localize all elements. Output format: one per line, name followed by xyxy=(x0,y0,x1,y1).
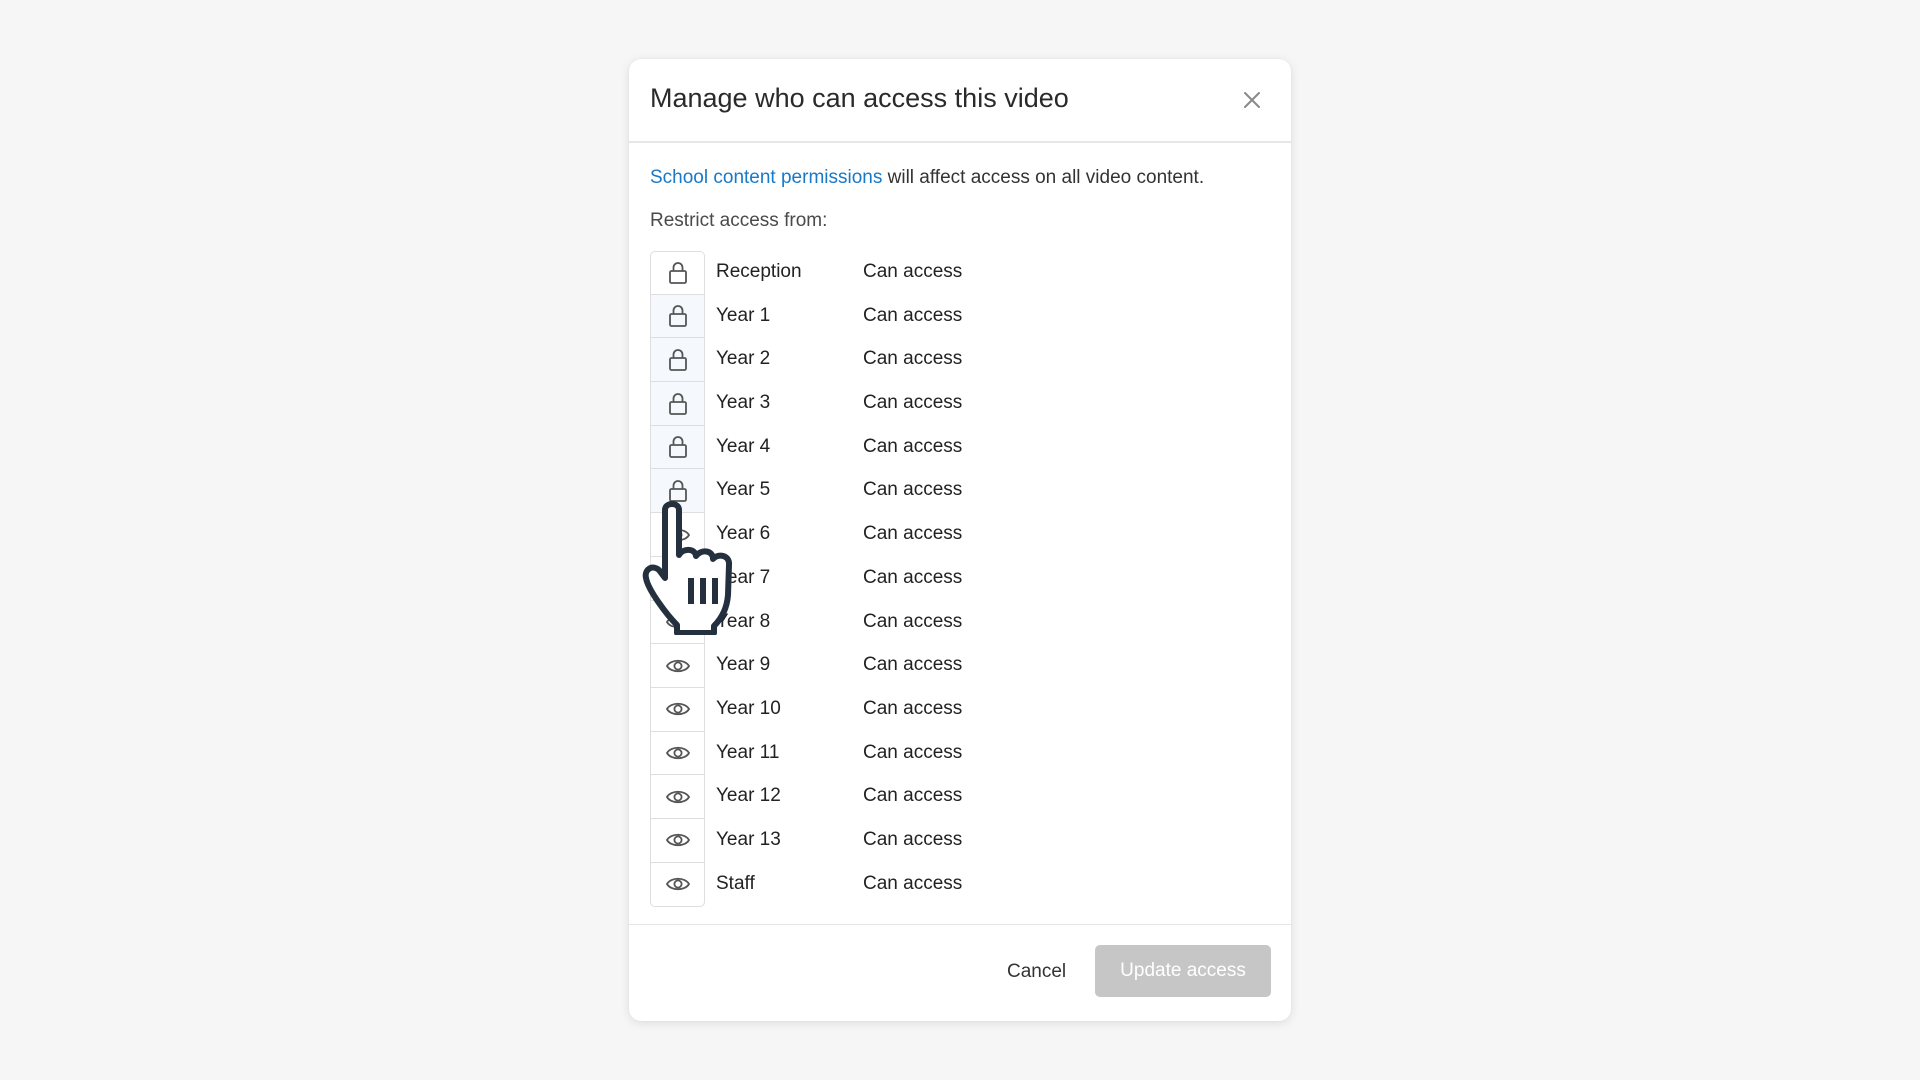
access-row: Year 3 Can access xyxy=(650,381,1270,427)
permissions-info-text: will affect access on all video content. xyxy=(882,167,1205,188)
group-name: Year 13 xyxy=(716,828,781,850)
access-toggle-button[interactable] xyxy=(650,774,705,820)
lock-icon xyxy=(667,304,689,328)
access-toggle-button[interactable] xyxy=(650,512,705,558)
restrict-label: Restrict access from: xyxy=(650,210,828,231)
close-button[interactable] xyxy=(1237,85,1267,115)
eye-icon xyxy=(665,744,691,762)
lock-icon xyxy=(667,348,689,372)
cancel-button[interactable]: Cancel xyxy=(993,946,1080,998)
group-name: Year 5 xyxy=(716,479,771,501)
dialog-title: Manage who can access this video xyxy=(650,83,1069,113)
access-status: Can access xyxy=(863,392,963,414)
access-row: Year 13 Can access xyxy=(650,817,1270,863)
eye-icon xyxy=(665,613,691,631)
access-row: Year 5 Can access xyxy=(650,468,1270,514)
access-row: Year 10 Can access xyxy=(650,686,1270,732)
access-row: Staff Can access xyxy=(650,861,1270,907)
lock-icon xyxy=(667,261,689,285)
access-row: Year 11 Can access xyxy=(650,730,1270,776)
school-content-permissions-link[interactable]: School content permissions xyxy=(650,167,882,188)
eye-icon xyxy=(665,569,691,587)
access-toggle-button[interactable] xyxy=(650,293,705,339)
access-toggle-button[interactable] xyxy=(650,555,705,601)
access-row: Year 1 Can access xyxy=(650,293,1270,339)
access-toggle-button[interactable] xyxy=(650,861,705,907)
eye-icon xyxy=(665,831,691,849)
access-status: Can access xyxy=(863,348,963,370)
access-row: Reception Can access xyxy=(650,251,1270,295)
eye-icon xyxy=(665,788,691,806)
group-name: Year 11 xyxy=(716,741,780,763)
permissions-info: School content permissions will affect a… xyxy=(650,167,1204,189)
access-list: Reception Can access Year 1 Can access Year … xyxy=(650,251,1270,907)
access-status: Can access xyxy=(863,261,963,282)
access-toggle-button[interactable] xyxy=(650,381,705,427)
access-toggle-button[interactable] xyxy=(650,468,705,514)
access-status: Can access xyxy=(863,610,963,632)
access-status: Can access xyxy=(863,304,963,326)
group-name: Reception xyxy=(716,261,802,282)
access-status: Can access xyxy=(863,435,963,457)
group-name: Year 10 xyxy=(716,697,781,719)
access-row: Year 8 Can access xyxy=(650,599,1270,645)
access-row: Year 7 Can access xyxy=(650,555,1270,601)
access-status: Can access xyxy=(863,479,963,501)
group-name: Year 6 xyxy=(716,523,771,545)
access-toggle-button[interactable] xyxy=(650,599,705,645)
access-row: Year 4 Can access xyxy=(650,424,1270,470)
access-status: Can access xyxy=(863,697,963,719)
lock-icon xyxy=(667,435,689,459)
access-status: Can access xyxy=(863,872,963,894)
access-status: Can access xyxy=(863,741,963,763)
access-status: Can access xyxy=(863,828,963,850)
access-dialog: Manage who can access this video School … xyxy=(629,59,1291,1021)
group-name: Year 8 xyxy=(716,610,771,632)
access-row: Year 6 Can access xyxy=(650,512,1270,558)
access-toggle-button[interactable] xyxy=(650,643,705,689)
access-toggle-button[interactable] xyxy=(650,686,705,732)
lock-icon xyxy=(667,479,689,503)
eye-icon xyxy=(665,657,691,675)
access-row: Year 9 Can access xyxy=(650,643,1270,689)
access-status: Can access xyxy=(863,566,963,588)
access-status: Can access xyxy=(863,785,963,807)
group-name: Year 9 xyxy=(716,654,771,676)
access-toggle-button[interactable] xyxy=(650,424,705,470)
access-row: Year 12 Can access xyxy=(650,774,1270,820)
eye-icon xyxy=(665,526,691,544)
group-name: Year 2 xyxy=(716,348,771,370)
update-access-button[interactable]: Update access xyxy=(1095,945,1271,997)
dialog-footer: Cancel Update access xyxy=(629,924,1291,1021)
group-name: Year 4 xyxy=(716,435,771,457)
dialog-header: Manage who can access this video xyxy=(629,59,1291,143)
access-toggle-button[interactable] xyxy=(650,337,705,383)
lock-icon xyxy=(667,392,689,416)
access-toggle-button[interactable] xyxy=(650,817,705,863)
group-name: Staff xyxy=(716,872,755,894)
eye-icon xyxy=(665,875,691,893)
group-name: Year 12 xyxy=(716,785,781,807)
access-status: Can access xyxy=(863,523,963,545)
access-toggle-button[interactable] xyxy=(650,251,705,295)
access-toggle-button[interactable] xyxy=(650,730,705,776)
group-name: Year 1 xyxy=(716,304,771,326)
access-status: Can access xyxy=(863,654,963,676)
group-name: Year 3 xyxy=(716,392,771,414)
access-row: Year 2 Can access xyxy=(650,337,1270,383)
close-icon xyxy=(1244,92,1260,108)
group-name: Year 7 xyxy=(716,566,771,588)
eye-icon xyxy=(665,700,691,718)
